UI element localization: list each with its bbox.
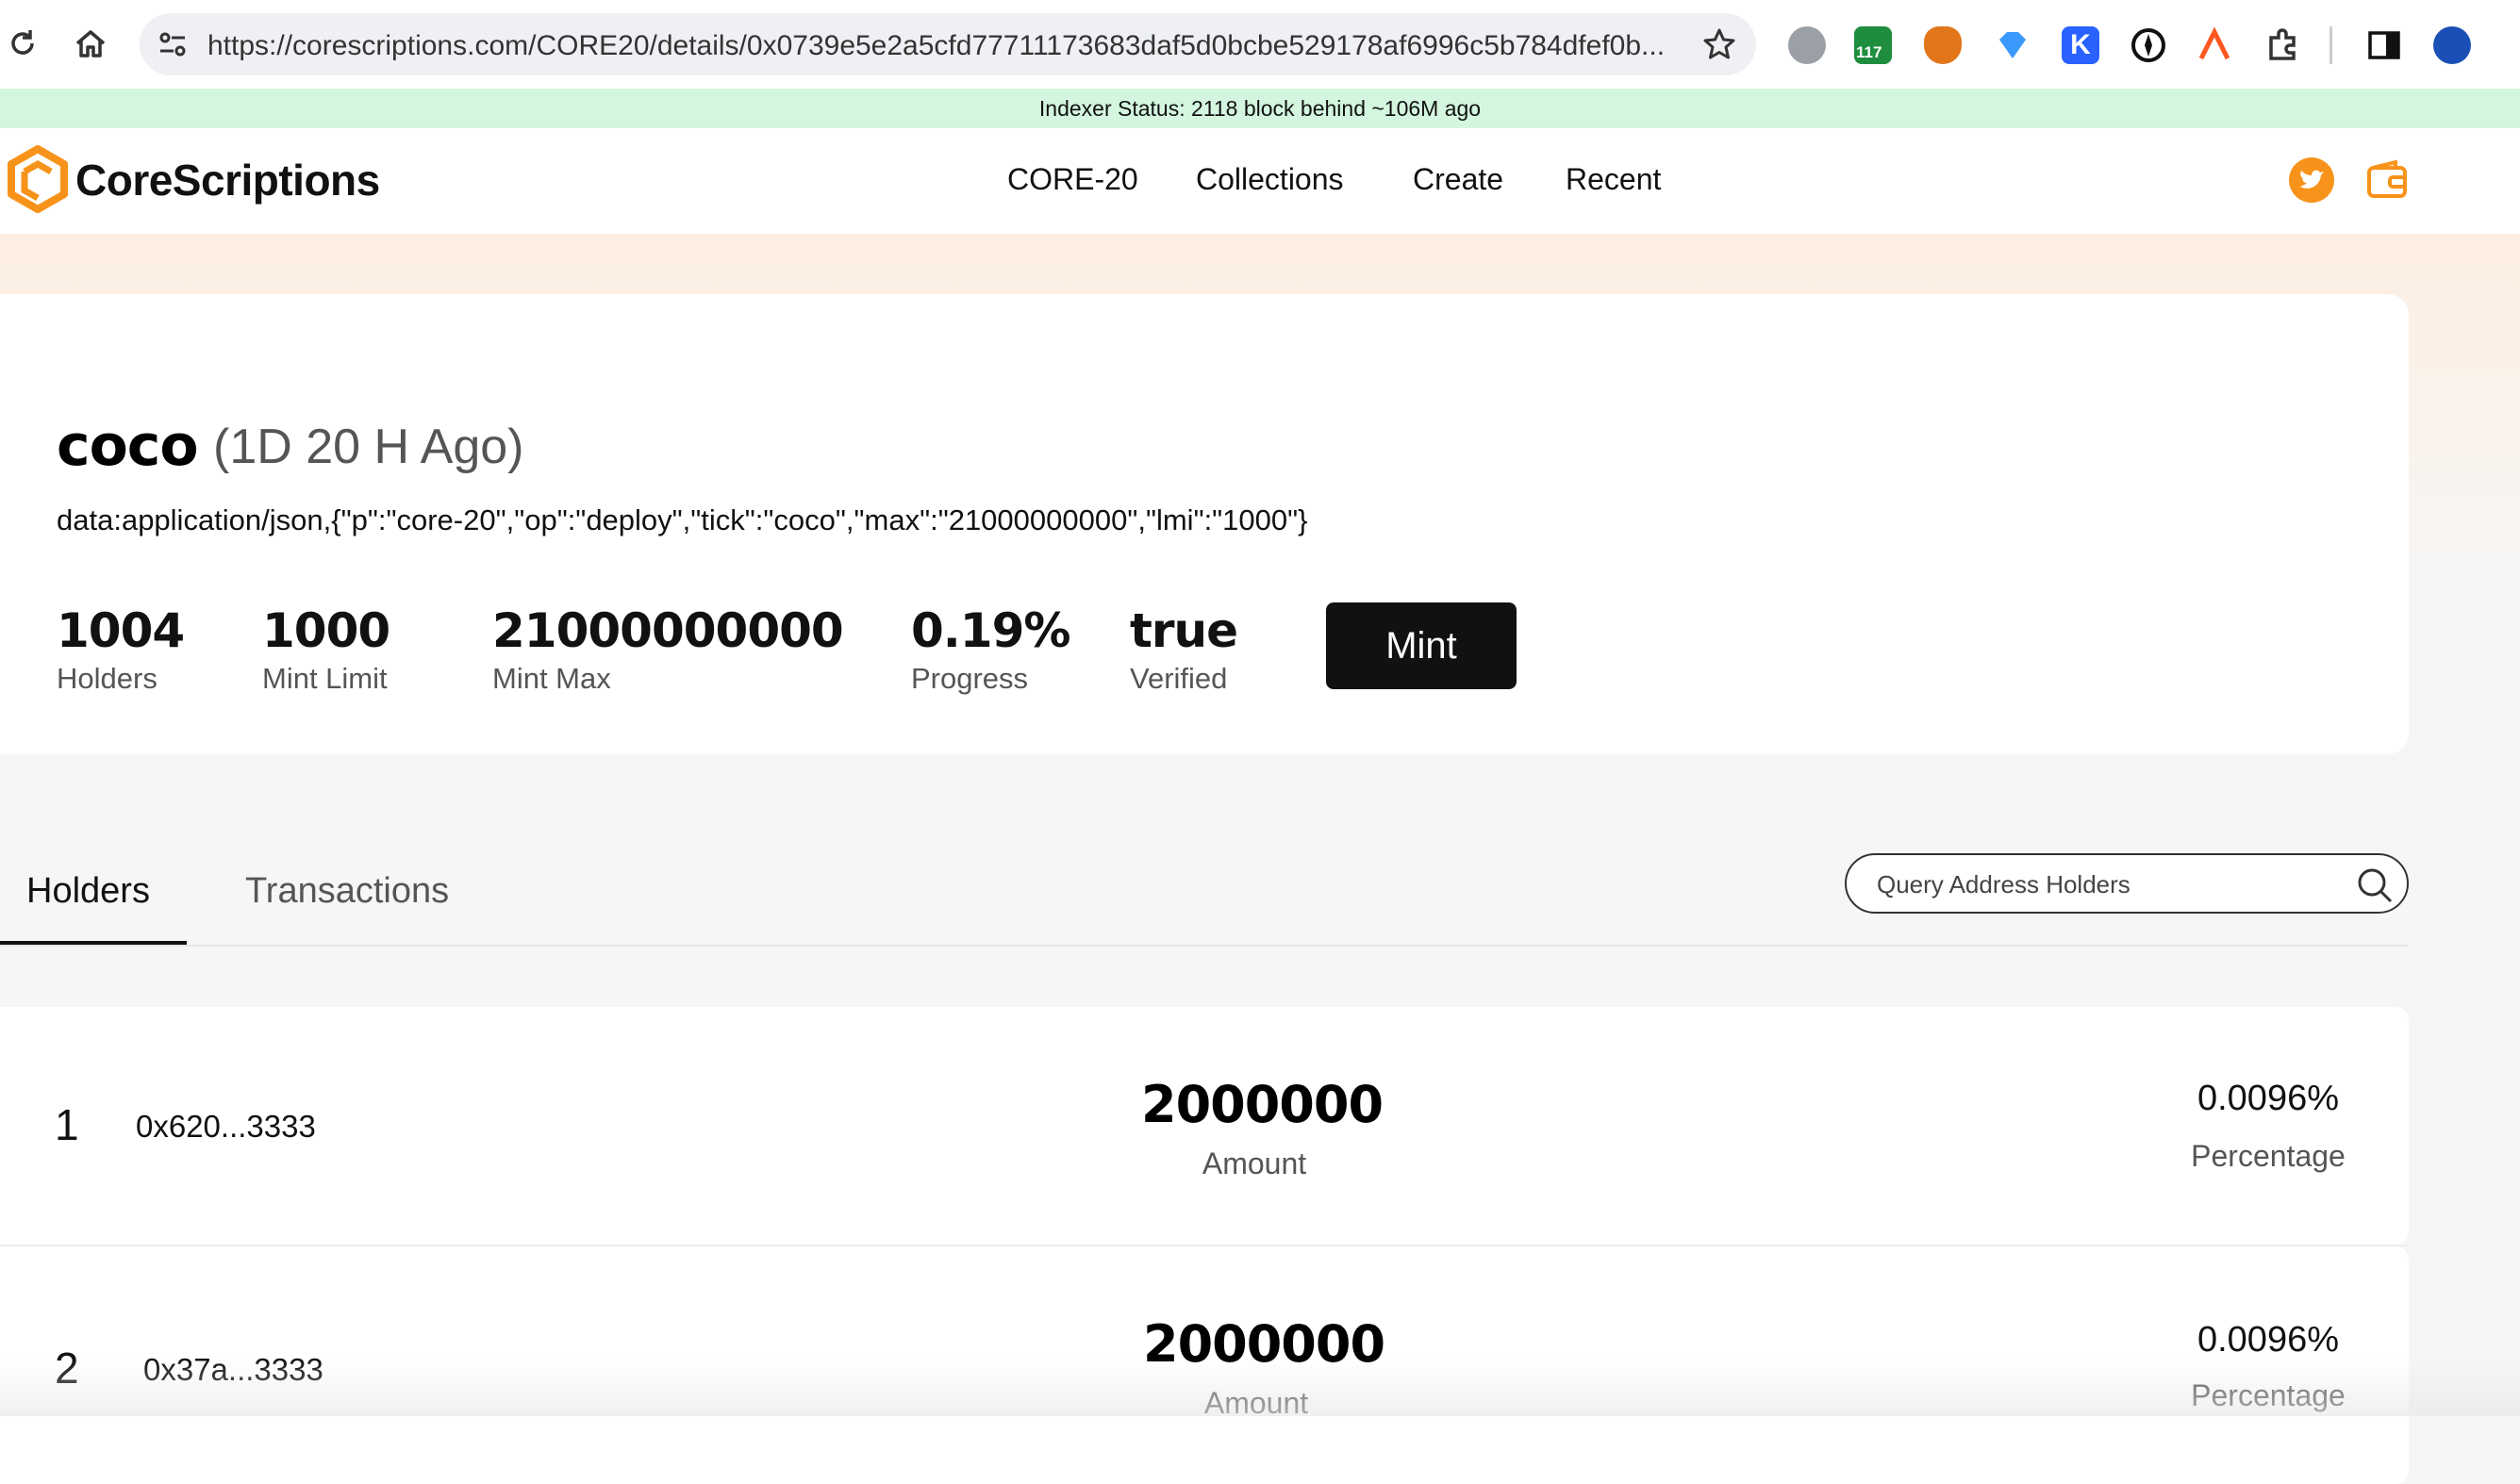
deploy-data-string: data:application/json,{"p":"core-20","op… <box>57 503 1308 536</box>
stat-verified-label: Verified <box>1130 662 1228 695</box>
tabs-divider <box>0 945 2409 947</box>
holder-rank: 2 <box>55 1344 79 1393</box>
stat-mint-limit-label: Mint Limit <box>262 662 388 695</box>
stat-holders-value: 1004 <box>57 603 185 658</box>
k-extension-icon[interactable]: K <box>2062 26 2099 64</box>
holder-percentage: 0.0096% <box>2197 1079 2339 1118</box>
metamask-fox-icon[interactable] <box>1924 26 1962 64</box>
stat-mint-limit-value: 1000 <box>262 603 390 658</box>
nav-create[interactable]: Create <box>1413 162 1503 197</box>
toolbar-separator <box>2329 26 2332 64</box>
profile-avatar-icon[interactable] <box>2433 26 2471 64</box>
holder-address[interactable]: 0x620...3333 <box>136 1109 316 1145</box>
bookmark-star-icon[interactable] <box>1701 26 1737 62</box>
site-header: CoreScriptions CORE-20 Collections Creat… <box>0 128 2520 234</box>
diamond-extension-icon[interactable] <box>1994 26 2031 64</box>
address-bar[interactable]: https://corescriptions.com/CORE20/detail… <box>140 13 1756 75</box>
tab-holders[interactable]: Holders <box>26 871 150 912</box>
browser-toolbar: https://corescriptions.com/CORE20/detail… <box>0 0 2520 90</box>
holder-amount: 2000000 <box>1143 1314 1385 1374</box>
site-info-icon[interactable] <box>157 28 189 60</box>
holder-amount-label: Amount <box>1203 1386 1309 1420</box>
logo-text[interactable]: CoreScriptions <box>75 155 380 206</box>
globe-extension-icon[interactable] <box>1788 26 1826 64</box>
extension-badge-count: 117 <box>1856 43 1882 61</box>
holder-percentage-label: Percentage <box>2191 1139 2346 1173</box>
puzzle-extensions-icon[interactable] <box>2263 26 2301 64</box>
holder-percentage: 0.0096% <box>2197 1320 2339 1360</box>
compass-extension-icon[interactable] <box>2130 26 2167 64</box>
extension-badge-icon[interactable]: 117 <box>1854 26 1892 64</box>
corescriptions-logo-icon[interactable] <box>8 145 68 213</box>
token-tick: coco <box>57 413 199 479</box>
stat-progress-value: 0.19% <box>911 603 1070 658</box>
token-details-card: coco (1D 20 H Ago) data:application/json… <box>0 294 2409 754</box>
home-icon[interactable] <box>72 25 109 62</box>
search-icon[interactable] <box>2356 866 2394 904</box>
stat-progress-label: Progress <box>911 662 1029 695</box>
reload-icon[interactable] <box>4 25 41 62</box>
holder-row[interactable]: 2 0x37a...3333 2000000 Amount 0.0096% Pe… <box>0 1246 2409 1484</box>
holder-amount: 2000000 <box>1141 1075 1384 1134</box>
url-text[interactable]: https://corescriptions.com/CORE20/detail… <box>207 30 1679 62</box>
nav-recent[interactable]: Recent <box>1566 162 1661 197</box>
stat-verified-value: true <box>1130 603 1238 658</box>
deploy-age: (1D 20 H Ago) <box>213 420 524 474</box>
nav-collections[interactable]: Collections <box>1196 162 1344 197</box>
holder-search-box[interactable] <box>1845 853 2409 914</box>
stat-mint-max-label: Mint Max <box>492 662 611 695</box>
holder-address[interactable]: 0x37a...3333 <box>143 1352 323 1388</box>
nav-core20[interactable]: CORE-20 <box>1007 162 1138 197</box>
arrow-extension-icon[interactable] <box>2196 26 2233 64</box>
stat-holders-label: Holders <box>57 662 158 695</box>
holder-amount-label: Amount <box>1202 1146 1307 1180</box>
tab-transactions[interactable]: Transactions <box>245 871 449 912</box>
holder-search-input[interactable] <box>1875 865 2350 904</box>
holder-row[interactable]: 1 0x620...3333 2000000 Amount 0.0096% Pe… <box>0 1007 2409 1245</box>
side-panel-icon[interactable] <box>2365 26 2403 64</box>
stat-mint-max-value: 21000000000 <box>492 603 844 658</box>
mint-button[interactable]: Mint <box>1326 602 1517 689</box>
indexer-status-bar: Indexer Status: 2118 block behind ~106M … <box>0 89 2520 128</box>
wallet-icon[interactable] <box>2363 157 2411 204</box>
twitter-icon[interactable] <box>2288 157 2335 204</box>
holder-rank: 1 <box>55 1100 79 1149</box>
holder-percentage-label: Percentage <box>2191 1378 2346 1412</box>
